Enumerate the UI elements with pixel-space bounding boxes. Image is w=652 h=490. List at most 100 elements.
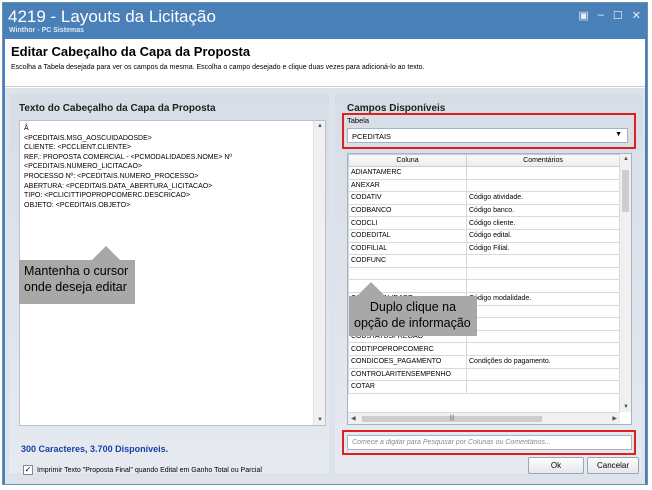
- page-description: Escolha a Tabela desejada para ver os ca…: [11, 64, 425, 71]
- column-name-cell[interactable]: CONDICOES_PAGAMENTO: [348, 354, 467, 369]
- close-icon[interactable]: ✕: [632, 9, 641, 22]
- editor-line: Â: [24, 125, 29, 132]
- column-header-coluna[interactable]: Coluna: [348, 154, 467, 167]
- window-subtitle: Winthor - PC Sistemas: [9, 27, 85, 34]
- print-final-proposal-checkbox[interactable]: ✓: [23, 465, 33, 475]
- column-comment-cell[interactable]: Código banco.: [466, 203, 620, 218]
- column-comment-cell[interactable]: Código cliente.: [466, 216, 620, 230]
- scroll-up-icon[interactable]: ▲: [623, 156, 629, 162]
- column-name-cell[interactable]: [348, 266, 467, 281]
- window-controls: ▣ – ☐ ✕: [578, 9, 641, 22]
- editor-scrollbar[interactable]: ▲ ▼: [313, 121, 325, 425]
- column-name-cell[interactable]: CODEDITAL: [348, 228, 467, 243]
- callout-double-click: Duplo clique na opção de informação: [349, 296, 477, 336]
- editor-line: PROCESSO Nº: <PCEDITAIS.NUMERO_PROCESSO>: [24, 172, 199, 180]
- table-row[interactable]: [348, 279, 620, 293]
- scroll-right-icon[interactable]: ▶: [612, 415, 617, 422]
- table-row[interactable]: CODEDITAL Código edital.: [348, 228, 620, 243]
- print-final-proposal-label: Imprimir Texto "Proposta Final" quando E…: [37, 466, 262, 474]
- column-comment-cell[interactable]: Código modalidade.: [466, 291, 620, 306]
- table-label: Tabela: [347, 116, 370, 125]
- column-name-cell[interactable]: CODFUNC: [348, 254, 467, 268]
- editor-line: TIPO: <PCLICITTIPOPROPCOMERC.DESCRICAO>: [24, 192, 191, 200]
- page-title: Editar Cabeçalho da Capa da Proposta: [11, 44, 251, 59]
- table-row[interactable]: CODTIPOPROPCOMERC: [348, 342, 620, 356]
- scroll-up-icon[interactable]: ▲: [317, 123, 323, 129]
- editor-line: OBJETO: <PCEDITAIS.OBJETO>: [24, 201, 131, 209]
- callout-arrow-double-click: [357, 282, 385, 296]
- editor-line: <PCEDITAIS.NUMERO_LICITACAO>: [24, 163, 142, 171]
- table-row[interactable]: CODCLI Código cliente.: [348, 216, 620, 230]
- column-header-comentarios[interactable]: Comentários: [466, 154, 620, 167]
- column-name-cell[interactable]: CODFILIAL: [348, 241, 467, 256]
- column-comment-cell[interactable]: Condições do pagamento.: [466, 354, 620, 369]
- callout-cursor: Mantenha o cursor onde deseja editar: [19, 260, 135, 304]
- cancel-button[interactable]: Cancelar: [587, 457, 639, 474]
- page-header: Editar Cabeçalho da Capa da Proposta Esc…: [5, 39, 645, 87]
- column-comment-cell[interactable]: [466, 266, 620, 281]
- column-comment-cell[interactable]: [466, 342, 620, 356]
- columns-table: Coluna Comentários ADIANTAMERC ANEXAR CODA…: [348, 154, 620, 394]
- column-comment-cell[interactable]: Código Filial.: [466, 241, 620, 256]
- column-name-cell[interactable]: COTAR: [348, 380, 467, 394]
- table-row[interactable]: CODBANCO Código banco.: [348, 203, 620, 218]
- editor-line: ABERTURA: <PCEDITAIS.DATA_ABERTURA_LICIT…: [24, 182, 213, 190]
- horizontal-scroll-thumb[interactable]: |||: [362, 415, 542, 422]
- columns-grid[interactable]: Coluna Comentários ADIANTAMERC ANEXAR CODA…: [347, 153, 632, 425]
- character-counter: 300 Caracteres, 3.700 Disponíveis.: [21, 444, 169, 454]
- editor-line: REF.: PROPOSTA COMERCIAL - <PCMODALIDADE…: [24, 153, 232, 161]
- scroll-down-icon[interactable]: ▼: [623, 404, 629, 410]
- column-comment-cell[interactable]: Código edital.: [466, 228, 620, 243]
- minimize-icon[interactable]: –: [598, 9, 604, 22]
- column-name-cell[interactable]: CODCLI: [348, 216, 467, 230]
- grid-body: ADIANTAMERC ANEXAR CODATIV Código atividade…: [348, 166, 620, 394]
- column-name-cell[interactable]: CONTROLARITENSEMPENHO: [348, 367, 467, 382]
- column-comment-cell[interactable]: [466, 317, 620, 331]
- table-row[interactable]: ADIANTAMERC: [348, 166, 620, 180]
- column-comment-cell[interactable]: [466, 254, 620, 268]
- maximize-icon[interactable]: ☐: [613, 9, 623, 22]
- column-comment-cell[interactable]: [466, 367, 620, 382]
- text-panel-title: Texto do Cabeçalho da Capa da Proposta: [19, 103, 216, 114]
- title-bar: 4219 - Layouts da Licitação Winthor - PC…: [3, 3, 647, 37]
- scroll-left-icon[interactable]: ◀: [351, 415, 356, 422]
- column-name-cell[interactable]: CODATIV: [348, 191, 467, 205]
- fields-search-input[interactable]: [347, 435, 632, 450]
- column-comment-cell[interactable]: [466, 380, 620, 394]
- chevron-down-icon[interactable]: ▼: [615, 131, 622, 138]
- grid-vertical-scrollbar[interactable]: ▲ ▼: [619, 154, 631, 412]
- column-comment-cell[interactable]: [466, 304, 620, 319]
- window-title: 4219 - Layouts da Licitação: [8, 7, 216, 26]
- table-row[interactable]: CODATIV Código atividade.: [348, 191, 620, 205]
- restore-icon[interactable]: ▣: [578, 9, 588, 22]
- table-row[interactable]: ANEXAR: [348, 178, 620, 193]
- column-name-cell[interactable]: CODTIPOPROPCOMERC: [348, 342, 467, 356]
- grid-header-row: Coluna Comentários: [348, 154, 620, 167]
- column-comment-cell[interactable]: [466, 178, 620, 193]
- editor-line: <PCEDITAIS.MSG_AOSCUIDADOSDE>: [24, 134, 152, 142]
- table-row[interactable]: CONDICOES_PAGAMENTO Condições do pagament…: [348, 354, 620, 369]
- print-final-proposal-option[interactable]: ✓ Imprimir Texto "Proposta Final" quando…: [23, 465, 262, 475]
- column-comment-cell[interactable]: Código atividade.: [466, 191, 620, 205]
- ok-button[interactable]: Ok: [528, 457, 584, 474]
- window-client: Editar Cabeçalho da Capa da Proposta Esc…: [5, 39, 645, 484]
- table-row[interactable]: CONTROLARITENSEMPENHO: [348, 367, 620, 382]
- table-row[interactable]: CODFILIAL Código Filial.: [348, 241, 620, 256]
- callout-double-click-line: Duplo clique na: [369, 300, 457, 314]
- column-comment-cell[interactable]: [466, 279, 620, 293]
- column-name-cell[interactable]: ANEXAR: [348, 178, 467, 193]
- callout-arrow-cursor: [92, 246, 120, 260]
- table-select[interactable]: PCEDITAIS ▼: [347, 128, 628, 143]
- vertical-scroll-thumb[interactable]: [622, 170, 629, 212]
- editor-content[interactable]: Â <PCEDITAIS.MSG_AOSCUIDADOSDE> CLIENTE: <…: [24, 124, 232, 210]
- column-name-cell[interactable]: ADIANTAMERC: [348, 166, 467, 180]
- table-row[interactable]: COTAR: [348, 380, 620, 394]
- table-row[interactable]: CODFUNC: [348, 254, 620, 268]
- table-row[interactable]: [348, 266, 620, 281]
- column-name-cell[interactable]: CODBANCO: [348, 203, 467, 218]
- grid-horizontal-scrollbar[interactable]: ◀ ||| ▶: [348, 412, 620, 424]
- column-comment-cell[interactable]: [466, 329, 620, 344]
- column-comment-cell[interactable]: [466, 166, 620, 180]
- callout-cursor-line: Mantenha o cursor: [24, 264, 129, 278]
- scroll-down-icon[interactable]: ▼: [317, 417, 323, 423]
